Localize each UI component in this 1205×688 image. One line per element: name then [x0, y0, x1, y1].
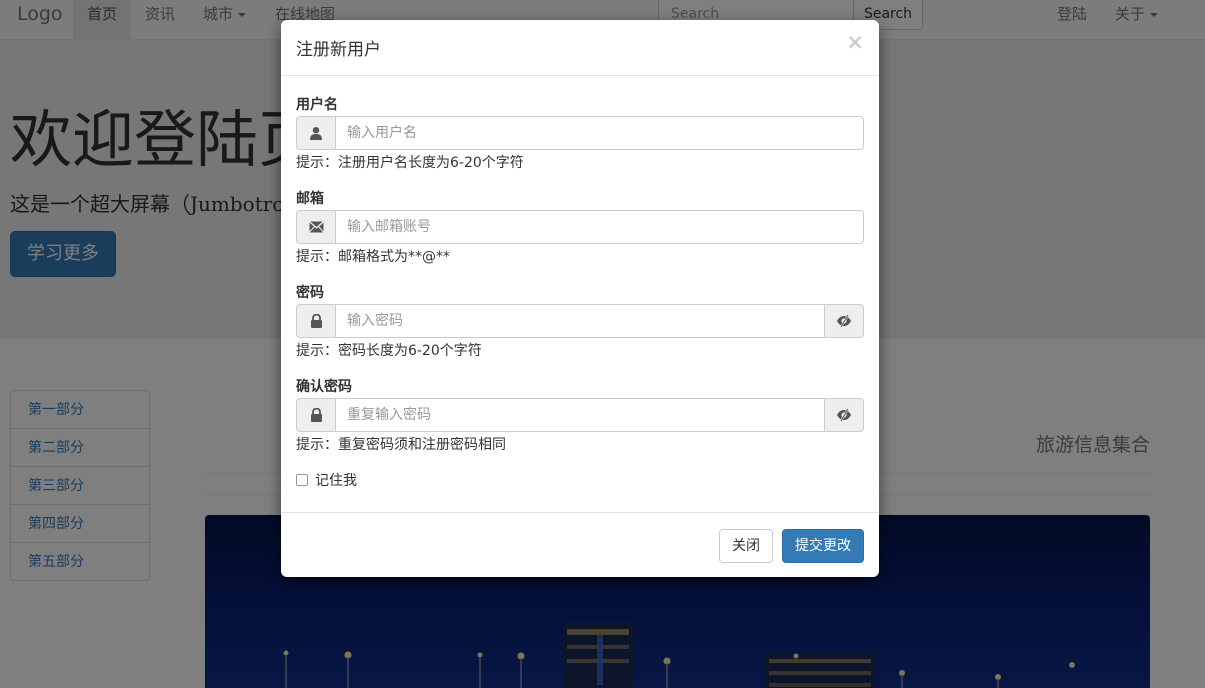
- confirm-password-label: 确认密码: [296, 379, 352, 395]
- password-label: 密码: [296, 285, 324, 301]
- modal-header: 注册新用户 ×: [281, 20, 879, 76]
- register-modal: 注册新用户 × 用户名 输入用户名 提示：注册用户名长度为6-20个字符 邮箱 …: [281, 20, 879, 577]
- email-help-text: 提示：邮箱格式为**@**: [296, 249, 450, 265]
- password-help-text: 提示：密码长度为6-20个字符: [296, 343, 482, 359]
- remember-me-label: 记住我: [315, 473, 357, 489]
- modal-title: 注册新用户: [296, 40, 381, 60]
- confirm-password-help-text: 提示：重复密码须和注册密码相同: [296, 437, 506, 453]
- email-input-group: 输入邮箱账号: [296, 210, 864, 244]
- username-input-group: 输入用户名: [296, 116, 864, 150]
- username-input[interactable]: 输入用户名: [335, 116, 864, 150]
- close-icon[interactable]: ×: [846, 32, 864, 53]
- modal-footer: 关闭 提交更改: [281, 512, 879, 577]
- eye-slash-icon[interactable]: [824, 398, 864, 432]
- lock-icon: [296, 304, 336, 338]
- password-input-group: 输入密码: [296, 304, 864, 338]
- envelope-icon: [296, 210, 336, 244]
- confirm-password-input-group: 重复输入密码: [296, 398, 864, 432]
- email-input[interactable]: 输入邮箱账号: [335, 210, 864, 244]
- submit-button[interactable]: 提交更改: [782, 529, 864, 563]
- confirm-password-input[interactable]: 重复输入密码: [335, 398, 825, 432]
- user-icon: [296, 116, 336, 150]
- email-label: 邮箱: [296, 191, 324, 207]
- lock-icon: [296, 398, 336, 432]
- eye-slash-icon[interactable]: [824, 304, 864, 338]
- username-label: 用户名: [296, 97, 338, 113]
- password-input[interactable]: 输入密码: [335, 304, 825, 338]
- close-button[interactable]: 关闭: [719, 529, 773, 563]
- checkbox-box[interactable]: [296, 474, 308, 486]
- remember-me-checkbox[interactable]: 记住我: [296, 470, 357, 490]
- username-help-text: 提示：注册用户名长度为6-20个字符: [296, 155, 524, 171]
